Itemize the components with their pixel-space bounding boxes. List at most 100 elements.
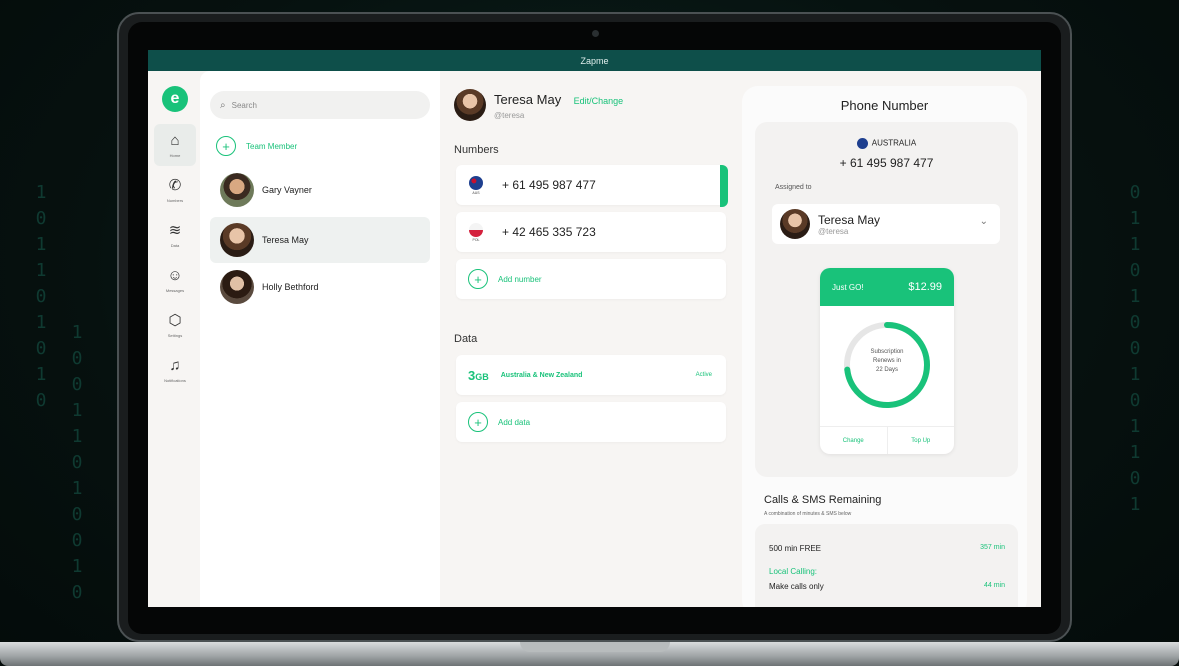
local-calling-label: Local Calling: bbox=[769, 567, 818, 576]
member-name: Teresa May bbox=[262, 235, 309, 245]
assigned-to-select[interactable]: Teresa May @teresa ⌄ bbox=[772, 204, 1000, 244]
search-placeholder: Search bbox=[231, 100, 257, 110]
data-amount-unit: GB bbox=[475, 371, 489, 382]
nav-item-messages[interactable]: ☺ Messages bbox=[154, 259, 196, 301]
message-icon: ☺ bbox=[167, 266, 183, 284]
phone-number-panel: Phone Number AUSTRALIA + 61 495 987 477 … bbox=[742, 86, 1027, 607]
country-label: AUSTRALIA bbox=[755, 138, 1018, 149]
add-number-label: Add number bbox=[498, 274, 542, 284]
nav-rail: e ⌂ Home ✆ Numbers ≋ Data ☺ Messages ⬡ S… bbox=[148, 71, 200, 607]
add-number-button[interactable]: + Add number bbox=[456, 259, 726, 299]
plus-icon: + bbox=[468, 412, 488, 432]
calls-plan-value: 357 min bbox=[980, 544, 1005, 551]
change-plan-button[interactable]: Change bbox=[820, 427, 888, 454]
nav-item-notifications[interactable]: ♫ Notifications bbox=[154, 349, 196, 391]
laptop-notch bbox=[520, 642, 670, 652]
calls-heading: Calls & SMS Remaining bbox=[764, 494, 882, 506]
search-icon: ⌕ bbox=[220, 99, 226, 111]
make-calls-label: Make calls only bbox=[769, 582, 824, 591]
members-panel: ⌕ Search + Team Member Gary Vayner Teres… bbox=[200, 71, 440, 607]
wifi-icon: ≋ bbox=[168, 221, 182, 239]
flag-australia-icon: AUS bbox=[468, 175, 484, 195]
member-item[interactable]: Holly Bethford bbox=[210, 264, 430, 310]
number-row[interactable]: POL + 42 465 335 723 bbox=[456, 212, 726, 252]
numbers-heading: Numbers bbox=[454, 144, 499, 156]
plus-icon: + bbox=[468, 269, 488, 289]
data-amount: 3GB bbox=[468, 368, 489, 383]
edit-change-link[interactable]: Edit/Change bbox=[574, 96, 624, 106]
add-team-member-label: Team Member bbox=[246, 141, 298, 151]
settings-icon: ⬡ bbox=[168, 311, 182, 329]
phone-number: + 42 465 335 723 bbox=[502, 225, 596, 239]
assigned-name: Teresa May bbox=[818, 212, 881, 227]
phone-number: + 61 495 987 477 bbox=[502, 178, 596, 192]
plan-price: $12.99 bbox=[908, 281, 942, 293]
calls-plan-label: 500 min FREE bbox=[769, 544, 822, 553]
data-heading: Data bbox=[454, 333, 478, 345]
assigned-handle: @teresa bbox=[818, 226, 849, 236]
member-name: Holly Bethford bbox=[262, 282, 319, 292]
add-data-label: Add data bbox=[498, 417, 531, 427]
calls-card: 500 min FREE 357 min Local Calling: Make… bbox=[755, 524, 1018, 607]
calls-row: 500 min FREE 357 min bbox=[769, 544, 1005, 553]
country-code: AUS bbox=[472, 190, 480, 195]
avatar bbox=[220, 223, 254, 257]
country-name: AUSTRALIA bbox=[871, 138, 917, 148]
data-status: Active bbox=[695, 372, 712, 378]
plan-actions: Change Top Up bbox=[820, 426, 954, 454]
binary-decoration: 1 0 1 1 0 1 0 1 0 bbox=[35, 182, 47, 411]
search-input[interactable]: ⌕ Search bbox=[210, 91, 430, 119]
add-team-member-button[interactable]: + Team Member bbox=[216, 136, 297, 156]
binary-decoration: 1 0 0 1 1 0 1 0 0 1 0 bbox=[71, 322, 83, 603]
plan-name: Just GO! bbox=[832, 282, 864, 292]
nav-label: Notifications bbox=[164, 377, 186, 383]
data-plan-row[interactable]: 3GB Australia & New Zealand Active bbox=[456, 355, 726, 395]
phone-icon: ✆ bbox=[168, 176, 182, 194]
data-region: Australia & New Zealand bbox=[500, 371, 583, 379]
number-row[interactable]: AUS + 61 495 987 477 bbox=[456, 165, 728, 207]
country-code: POL bbox=[472, 237, 480, 242]
ring-text: Subscription Renews in 22 Days bbox=[840, 348, 934, 375]
chevron-down-icon: ⌄ bbox=[979, 216, 988, 227]
flag-graphic bbox=[469, 222, 483, 237]
flag-australia-icon bbox=[856, 138, 868, 149]
home-icon: ⌂ bbox=[170, 131, 180, 149]
calls-subheading: A combination of minutes & SMS below bbox=[764, 511, 852, 517]
nav-label: Numbers bbox=[166, 197, 184, 203]
make-calls-value: 44 min bbox=[983, 582, 1005, 589]
panel-title: Phone Number bbox=[840, 98, 929, 113]
phone-number-display: + 61 495 987 477 bbox=[839, 156, 934, 170]
nav-item-numbers[interactable]: ✆ Numbers bbox=[154, 169, 196, 211]
nav-item-data[interactable]: ≋ Data bbox=[154, 214, 196, 256]
bell-icon: ♫ bbox=[169, 356, 181, 374]
nav-item-settings[interactable]: ⬡ Settings bbox=[154, 304, 196, 346]
ring-line: Renews in bbox=[872, 358, 901, 364]
nav-item-home[interactable]: ⌂ Home bbox=[154, 124, 196, 166]
phone-card: AUSTRALIA + 61 495 987 477 Assigned to T… bbox=[755, 122, 1018, 477]
plan-card: Just GO! $12.99 Subscription Renews in 2… bbox=[820, 268, 954, 454]
avatar bbox=[780, 209, 810, 239]
nav-label: Data bbox=[170, 242, 180, 248]
member-header: Teresa May Edit/Change @teresa bbox=[454, 89, 623, 121]
plus-icon: + bbox=[216, 136, 236, 156]
assigned-label: Assigned to bbox=[775, 184, 812, 191]
member-name: Gary Vayner bbox=[262, 185, 312, 195]
member-name-title: Teresa May bbox=[494, 91, 562, 107]
avatar bbox=[220, 270, 254, 304]
member-item[interactable]: Teresa May bbox=[210, 217, 430, 263]
nav-label: Settings bbox=[167, 332, 183, 338]
nav-label: Messages bbox=[165, 287, 185, 293]
add-data-button[interactable]: + Add data bbox=[456, 402, 726, 442]
app-logo[interactable]: e bbox=[162, 86, 188, 112]
nav-label: Home bbox=[169, 152, 181, 158]
member-details: Teresa May Edit/Change @teresa Numbers A… bbox=[448, 71, 738, 607]
camera-dot bbox=[592, 30, 599, 37]
app-screen: Zapme e ⌂ Home ✆ Numbers ≋ Data ☺ Messag… bbox=[148, 50, 1041, 607]
avatar bbox=[454, 89, 486, 121]
binary-decoration: 0 1 1 0 1 0 0 1 0 1 1 0 1 bbox=[1129, 182, 1141, 515]
top-up-button[interactable]: Top Up bbox=[888, 427, 955, 454]
member-item[interactable]: Gary Vayner bbox=[210, 167, 430, 213]
window-title: Zapme bbox=[580, 55, 609, 66]
plan-header: Just GO! $12.99 bbox=[820, 268, 954, 306]
member-handle: @teresa bbox=[494, 110, 525, 120]
